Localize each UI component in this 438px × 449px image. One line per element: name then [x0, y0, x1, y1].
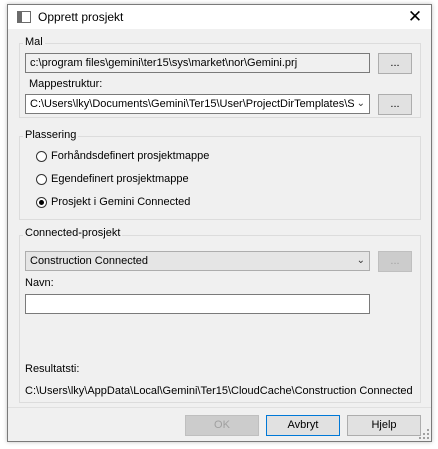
radio-custom-folder[interactable]: Egendefinert prosjektmappe: [36, 173, 236, 189]
template-browse-button[interactable]: ...: [378, 53, 412, 74]
result-path-value: C:\Users\lky\AppData\Local\Gemini\Ter15\…: [25, 385, 413, 397]
result-path-label: Resultatsti:: [25, 363, 80, 375]
app-window-icon: [17, 11, 31, 23]
folder-structure-value: C:\Users\lky\Documents\Gemini\Ter15\User…: [30, 98, 355, 110]
connected-browse-button[interactable]: ...: [378, 251, 412, 272]
connected-project-value: Construction Connected: [30, 255, 149, 267]
radio-label: Prosjekt i Gemini Connected: [51, 196, 191, 208]
radio-circle: [36, 151, 47, 162]
dialog-title: Opprett prosjekt: [38, 10, 124, 24]
title-bar: Opprett prosjekt ✕: [8, 5, 431, 29]
ok-button[interactable]: OK: [185, 415, 259, 436]
folder-structure-select[interactable]: C:\Users\lky\Documents\Gemini\Ter15\User…: [25, 94, 370, 114]
location-group-label: Plassering: [23, 129, 79, 141]
radio-predefined-folder[interactable]: Forhåndsdefinert prosjektmappe: [36, 150, 236, 166]
close-icon[interactable]: ✕: [400, 6, 430, 28]
connected-project-group-label: Connected-prosjekt: [23, 227, 123, 239]
folder-structure-label: Mappestruktur:: [29, 78, 103, 90]
footer-divider: [8, 407, 431, 408]
name-input[interactable]: [25, 294, 370, 314]
radio-label: Egendefinert prosjektmappe: [51, 173, 189, 185]
resize-grip-icon[interactable]: [419, 429, 429, 439]
radio-circle-checked: [36, 197, 47, 208]
cancel-button[interactable]: Avbryt: [266, 415, 340, 436]
help-button[interactable]: Hjelp: [347, 415, 421, 436]
chevron-down-icon: ⌄: [356, 255, 365, 266]
template-group-label: Mal: [23, 36, 45, 48]
create-project-dialog: Opprett prosjekt ✕ Mal c:\program files\…: [7, 4, 432, 442]
template-path-field[interactable]: c:\program files\gemini\ter15\sys\market…: [25, 53, 370, 73]
folder-browse-button[interactable]: ...: [378, 94, 412, 115]
radio-label: Forhåndsdefinert prosjektmappe: [51, 150, 210, 162]
radio-circle: [36, 174, 47, 185]
connected-project-select[interactable]: Construction Connected ⌄: [25, 251, 370, 271]
name-label: Navn:: [25, 277, 54, 289]
radio-gemini-connected[interactable]: Prosjekt i Gemini Connected: [36, 196, 236, 212]
chevron-down-icon: ⌄: [356, 98, 365, 109]
